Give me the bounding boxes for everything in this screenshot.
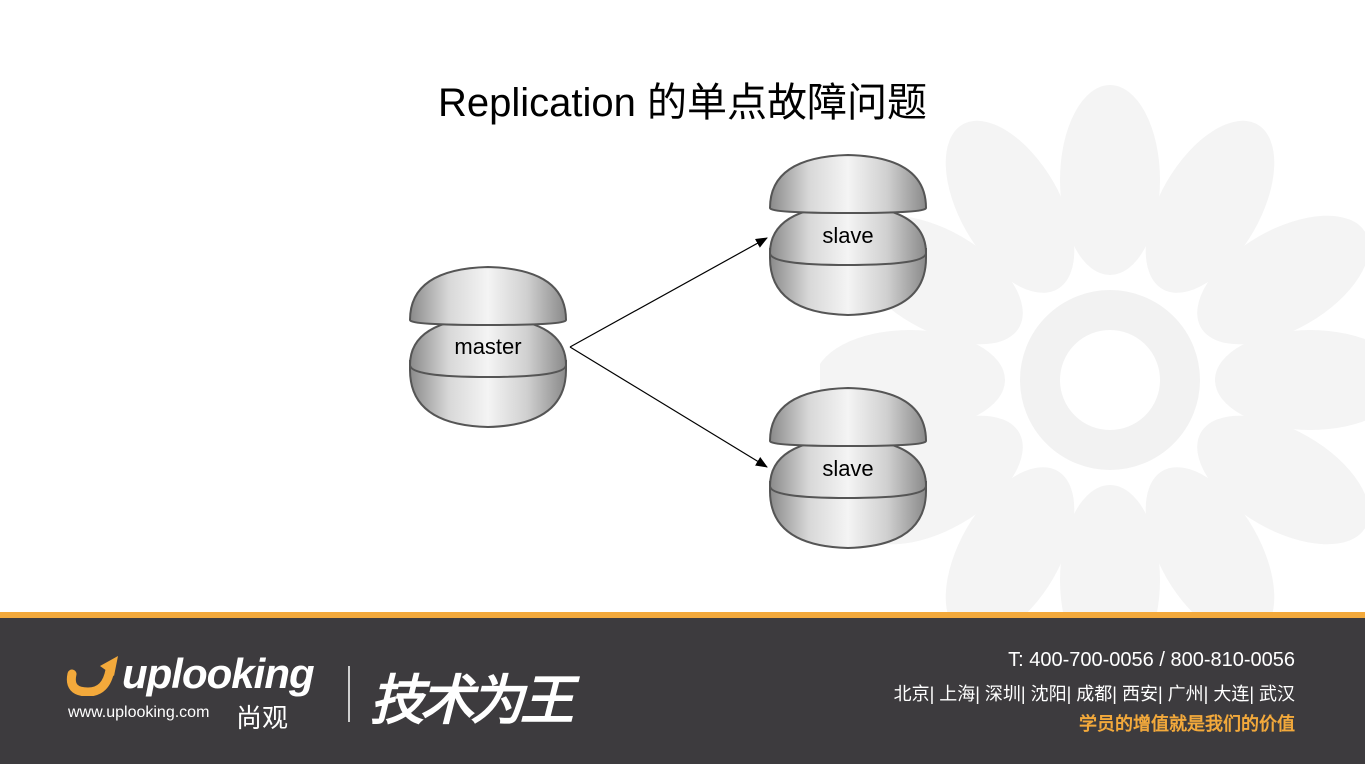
slave2-database-node: slave [768,386,928,550]
footer-accent-stripe [0,612,1365,618]
slave1-label: slave [822,223,873,248]
slogan: 技术为王 [370,671,574,731]
logo-arrow-icon [66,656,118,696]
logo-wordmark: uplooking [122,650,315,697]
master-label: master [454,334,521,359]
master-database-node: master [408,265,568,429]
logo-chinese-name: 尚观 [236,703,289,733]
edge-master-to-slave2 [569,346,768,468]
contact-phone: T: 400-700-0056 / 800-810-0056 [1008,649,1295,671]
logo-url: www.uplooking.com [68,704,210,721]
slave2-label: slave [822,456,873,481]
footer-bar: uplooking www.uplooking.com 尚观 技术为王 T: 4… [0,612,1365,764]
edge-master-to-slave1 [569,237,768,348]
contact-tagline: 学员的增值就是我们的价值 [1079,714,1295,734]
footer-divider [348,666,350,722]
replication-diagram: master slave slave [408,153,928,550]
contact-cities: 北京| 上海| 深圳| 沈阳| 成都| 西安| 广州| 大连| 武汉 [893,684,1295,704]
slave1-database-node: slave [768,153,928,317]
